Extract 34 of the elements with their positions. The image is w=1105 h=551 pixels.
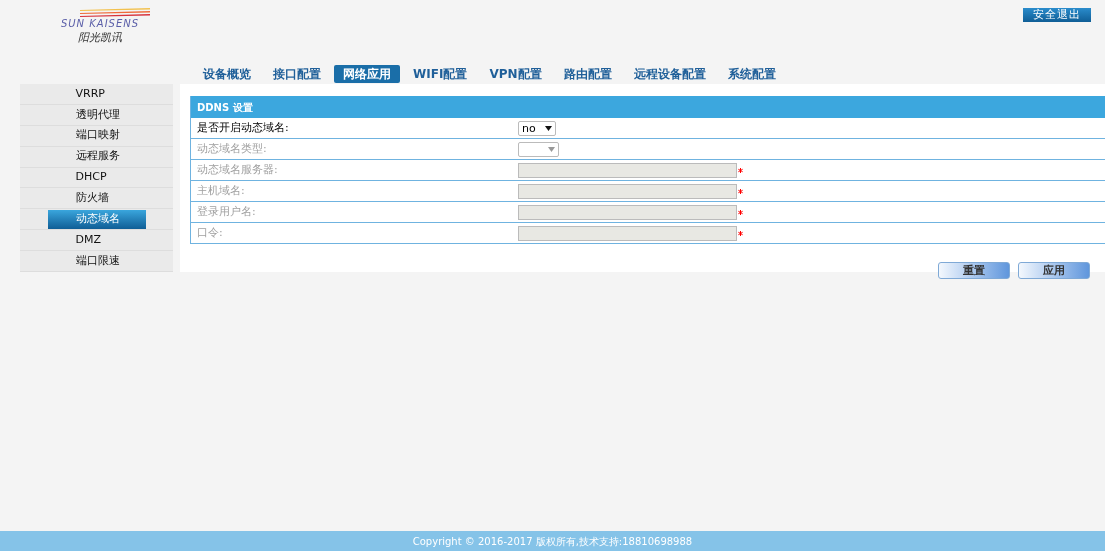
sidebar-item[interactable]: 透明代理 xyxy=(47,105,146,125)
field-label: 动态域名类型: xyxy=(196,140,268,157)
nav-tab[interactable]: 接口配置 xyxy=(264,65,330,83)
logo-stripes-icon xyxy=(80,8,150,18)
sidebar-item[interactable]: DHCP xyxy=(47,168,146,187)
nav-tab[interactable]: 路由配置 xyxy=(554,65,621,83)
nav-tab[interactable]: WIFI配置 xyxy=(404,65,477,83)
field-label: 动态域名服务器: xyxy=(196,161,279,178)
logout-button[interactable]: 安全退出 xyxy=(1023,8,1091,22)
nav-tab[interactable]: 设备概览 xyxy=(194,65,260,83)
nav-tab[interactable]: 系统配置 xyxy=(718,65,785,83)
sidebar-item[interactable]: 防火墙 xyxy=(47,188,146,208)
logo-brand: SUN KAISENS xyxy=(60,18,140,30)
caret-icon xyxy=(545,125,552,131)
field-label: 主机域名: xyxy=(196,182,246,199)
sidebar-item[interactable]: 动态域名 xyxy=(47,209,146,229)
field-label: 是否开启动态域名: xyxy=(196,119,290,136)
sidebar-item[interactable]: 端口限速 xyxy=(47,251,146,271)
field-label: 登录用户名: xyxy=(196,203,257,220)
nav-tab[interactable]: 远程设备配置 xyxy=(624,65,715,83)
field-label: 口令: xyxy=(196,224,224,241)
logo-subtitle: 阳光凯讯 xyxy=(78,30,122,46)
dropdown-field[interactable]: no xyxy=(518,120,556,136)
sidebar-item[interactable]: 端口映射 xyxy=(47,126,146,146)
caret-icon xyxy=(548,146,555,152)
sidebar-item[interactable]: DMZ xyxy=(47,230,146,250)
action-button[interactable]: 应用 xyxy=(1018,262,1090,279)
nav-tab[interactable]: 网络应用 xyxy=(334,65,400,83)
nav-tab[interactable]: VPN配置 xyxy=(480,65,551,83)
sidebar-item[interactable]: VRRP xyxy=(47,84,146,104)
section-title: DDNS 设置 xyxy=(197,100,253,115)
action-button[interactable]: 重置 xyxy=(938,262,1010,279)
sidebar-item[interactable]: 远程服务 xyxy=(47,147,146,167)
copyright-text: Copyright © 2016-2017 版权所有,技术支持:18810698988 xyxy=(412,534,693,549)
